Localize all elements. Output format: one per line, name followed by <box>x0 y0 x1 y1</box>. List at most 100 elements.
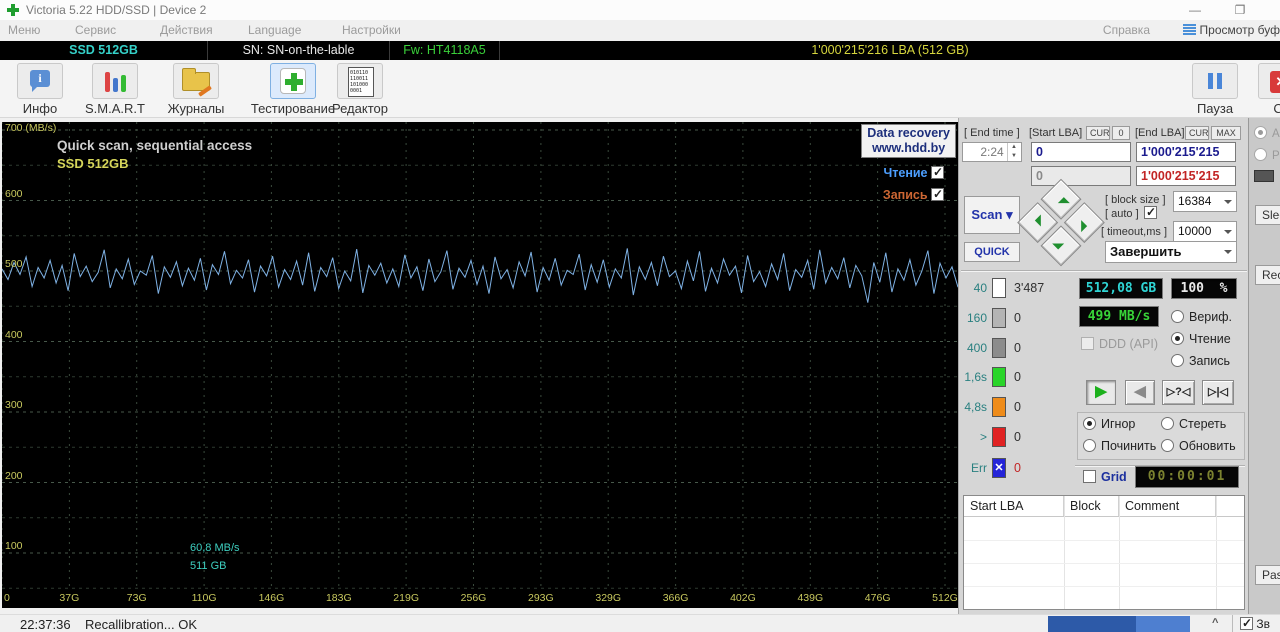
buffer-view-button[interactable]: Просмотр буф <box>1182 23 1280 37</box>
pi-radio[interactable]: PI <box>1254 148 1280 162</box>
x-axis-tick-label: 439G <box>797 592 824 604</box>
action-remap-radio[interactable]: Починить <box>1083 439 1156 453</box>
menu-menu[interactable]: Меню <box>8 23 40 37</box>
start-lba-input[interactable]: 0 <box>1031 142 1131 162</box>
y-axis-tick-label: 500 <box>5 258 23 270</box>
checkbox-icon <box>1083 470 1096 483</box>
radio-icon <box>1171 332 1184 345</box>
checkbox-icon <box>1081 337 1094 350</box>
x-axis-tick-label: 293G <box>528 592 554 604</box>
start-lba-zero-button[interactable]: 0 <box>1112 126 1130 140</box>
on-end-action-select[interactable]: Завершить <box>1105 241 1237 263</box>
end-lba-input[interactable]: 1'000'215'215 <box>1136 142 1236 162</box>
column-header-comment[interactable]: Comment <box>1119 496 1216 516</box>
toolbar-smart-button[interactable]: S.M.A.R.T <box>76 63 154 116</box>
remaining-lba-field: 1'000'215'215 <box>1136 166 1236 186</box>
back-button[interactable]: ◀ <box>1125 380 1155 405</box>
progress-bar <box>1048 616 1190 632</box>
y-axis-tick-label: 400 <box>5 328 23 341</box>
x-axis-tick-label: 110G <box>191 592 217 604</box>
auto-label: [ auto ] <box>1105 208 1139 220</box>
toolbar-pause-button[interactable]: Пауза <box>1192 63 1238 116</box>
menu-language[interactable]: Language <box>248 23 301 37</box>
seek-end-button[interactable]: ▷|◁ <box>1202 380 1234 405</box>
annotation-speed: 60,8 MB/s <box>190 542 240 554</box>
x-axis-tick-label: 73G <box>126 592 147 604</box>
sound-checkbox[interactable]: Зв <box>1240 616 1270 631</box>
stat-swatch <box>992 427 1006 447</box>
folder-pencil-icon <box>173 63 219 99</box>
radio-icon <box>1083 417 1096 430</box>
mode-write-radio[interactable]: Запись <box>1171 354 1230 368</box>
radio-icon <box>1161 439 1174 452</box>
annotation-position: 511 GB <box>190 560 227 572</box>
error-x-icon: ✕ <box>992 458 1006 478</box>
spinner-arrows-icon[interactable]: ▲ ▼ <box>1007 143 1020 161</box>
toolbar-info-button[interactable]: i Инфо <box>8 63 72 116</box>
graph-plot-area: 700 (MB/s) 600 500 400 300 200 100 <box>1 122 959 590</box>
quick-button[interactable]: QUICK <box>964 242 1020 262</box>
titlebar: Victoria 5.22 HDD/SSD | Device 2 — ❐ <box>0 0 1280 20</box>
recall-button[interactable]: Rec <box>1255 265 1280 285</box>
start-lba-label: [Start LBA] <box>1029 127 1083 139</box>
chevron-down-icon <box>1224 250 1232 258</box>
graph-title: Quick scan, sequential access <box>57 138 253 153</box>
timeout-select[interactable]: 10000 <box>1173 221 1237 242</box>
elapsed-timer-lcd: 00:00:01 <box>1135 466 1239 488</box>
action-erase-radio[interactable]: Стереть <box>1161 417 1226 431</box>
end-time-spinner[interactable]: 2:24 ▲ ▼ <box>962 142 1022 162</box>
y-axis-tick-label: 700 (MB/s) <box>5 122 57 134</box>
mode-verify-radio[interactable]: Вериф. <box>1171 310 1232 324</box>
toolbar-editor-button[interactable]: 010110 110011 101000 0001 Редактор <box>322 63 398 116</box>
arrow-right-icon <box>1081 220 1094 233</box>
sleep-button[interactable]: Slee <box>1255 205 1280 225</box>
mode-read-radio[interactable]: Чтение <box>1171 332 1231 346</box>
expand-chevron-icon[interactable]: ^ <box>1212 617 1218 629</box>
scan-button[interactable]: Scan ▾ <box>964 196 1020 234</box>
menu-settings[interactable]: Настройки <box>342 23 401 37</box>
column-header-block[interactable]: Block <box>1064 496 1119 516</box>
maximize-button[interactable]: ❐ <box>1225 2 1255 18</box>
block-size-select[interactable]: 16384 <box>1173 191 1237 212</box>
action-refresh-radio[interactable]: Обновить <box>1161 439 1236 453</box>
ap-radio[interactable]: AP <box>1254 126 1280 140</box>
column-header-start-lba[interactable]: Start LBA <box>964 496 1064 516</box>
stop-x-icon: ✕ <box>1258 63 1280 99</box>
stat-row-gt: >0 <box>959 427 1067 451</box>
ddd-api-checkbox[interactable]: DDD (API) <box>1081 337 1158 351</box>
status-time: 22:37:36 <box>20 617 71 632</box>
password-button[interactable]: Pas <box>1255 565 1280 585</box>
radio-icon <box>1161 417 1174 430</box>
defect-table[interactable]: Start LBA Block Comment <box>963 495 1245 610</box>
minimize-button[interactable]: — <box>1180 2 1210 18</box>
y-axis-tick-label: 600 <box>5 187 23 200</box>
menu-actions[interactable]: Действия <box>160 23 213 37</box>
seek-test-button[interactable]: ▷?◁ <box>1162 380 1195 405</box>
read-checkbox[interactable] <box>931 165 944 179</box>
stat-swatch <box>992 338 1006 358</box>
radio-icon <box>1171 310 1184 323</box>
x-axis-tick-label: 366G <box>662 592 689 604</box>
binary-document-icon: 010110 110011 101000 0001 <box>337 63 383 99</box>
grid-checkbox[interactable]: Grid <box>1083 470 1127 484</box>
action-ignore-radio[interactable]: Игнор <box>1083 417 1135 431</box>
x-axis-tick-label: 476G <box>864 592 891 604</box>
start-lba-cur-button[interactable]: CUR <box>1086 126 1110 140</box>
end-time-label: [ End time ] <box>964 127 1020 139</box>
menu-help[interactable]: Справка <box>1103 23 1150 37</box>
stat-row-160: 160 0 <box>959 308 1067 332</box>
y-axis-tick-label: 100 <box>5 540 23 552</box>
menu-service[interactable]: Сервис <box>75 23 116 37</box>
play-button[interactable]: ▶ <box>1086 380 1116 405</box>
device-capacity: 1'000'215'216 LBA (512 GB) <box>811 43 969 57</box>
auto-checkbox[interactable] <box>1144 205 1157 219</box>
toolbar-logs-button[interactable]: Журналы <box>158 63 234 116</box>
toolbar-stop-button[interactable]: ✕ Ст <box>1258 63 1280 116</box>
device-firmware: Fw: HT4118A5 <box>390 41 500 60</box>
write-checkbox[interactable] <box>931 187 944 201</box>
end-lba-max-button[interactable]: MAX <box>1211 126 1241 140</box>
watermark-badge: Data recovery www.hdd.by <box>861 124 956 158</box>
seek-pad <box>1016 178 1107 270</box>
end-lba-cur-button[interactable]: CUR <box>1185 126 1209 140</box>
checkbox-icon <box>1240 616 1253 630</box>
